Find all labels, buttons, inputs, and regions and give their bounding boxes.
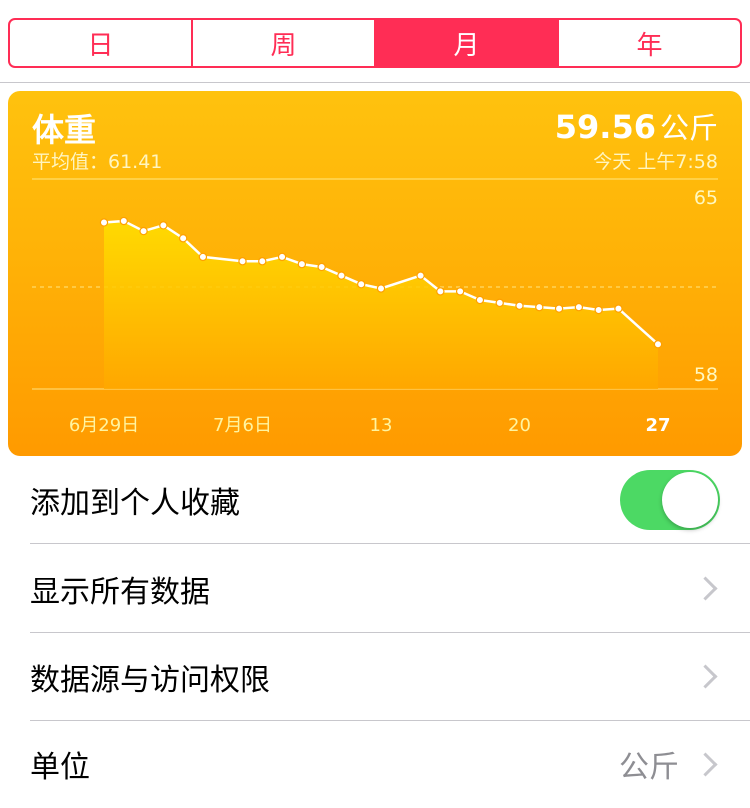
weight-chart-card[interactable]: 65 58 6月29日 7月6日 13 20 27 体重 平均值：61.41 59.56 公斤… (8, 91, 742, 456)
unit-label: 单位 (30, 750, 90, 785)
add-to-favorites-label: 添加到个人收藏 (30, 485, 240, 521)
data-point (297, 259, 307, 269)
data-point (436, 287, 445, 296)
chevron-right-icon (693, 664, 718, 689)
data-point (317, 262, 326, 272)
data-point (416, 271, 425, 280)
data-point (139, 226, 148, 236)
segment-month[interactable]: 月 (376, 20, 559, 66)
chevron-right-icon (693, 576, 718, 601)
data-point (653, 340, 663, 349)
x-tick-label: 20 (508, 415, 531, 436)
segment-week[interactable]: 周 (193, 20, 376, 66)
y-tick-label: 65 (694, 187, 718, 209)
data-point (178, 234, 188, 243)
x-tick-label: 27 (645, 415, 670, 436)
sources-access-label: 数据源与访问权限 (30, 662, 270, 698)
range-segmented-control-bar: 日 周 月 年 (0, 0, 750, 83)
data-point (99, 218, 109, 227)
data-point (277, 252, 287, 262)
latest-timestamp: 今天 上午7:58 (593, 151, 718, 173)
show-all-data-row[interactable]: 显示所有数据 (30, 545, 750, 633)
data-point (258, 257, 267, 266)
weight-area (104, 221, 658, 389)
data-point (554, 304, 564, 313)
unit-row[interactable]: 单位 公斤 (30, 720, 750, 808)
data-point (119, 216, 128, 226)
data-point (535, 302, 544, 312)
data-point (574, 302, 584, 312)
data-point (594, 305, 603, 315)
segment-day[interactable]: 日 (10, 20, 193, 66)
data-point (376, 284, 386, 293)
x-tick-label: 6月29日 (69, 415, 139, 436)
data-point (357, 279, 366, 289)
data-point (495, 298, 504, 308)
add-to-favorites-row: 添加到个人收藏 (30, 456, 750, 544)
y-tick-label: 58 (694, 364, 718, 386)
data-point (337, 271, 346, 280)
latest-value-number: 59.56 (554, 108, 656, 146)
segment-year[interactable]: 年 (559, 20, 740, 66)
data-point (475, 295, 485, 305)
x-tick-label: 7月6日 (213, 415, 272, 436)
metric-title: 体重 (32, 111, 97, 149)
data-point (455, 287, 465, 296)
favorites-toggle[interactable] (620, 469, 720, 530)
data-point (515, 301, 524, 310)
latest-value: 59.56 公斤 (555, 105, 718, 147)
data-point (159, 221, 168, 230)
toggle-knob (662, 471, 718, 528)
x-tick-label: 13 (370, 415, 393, 436)
sources-access-row[interactable]: 数据源与访问权限 (30, 633, 750, 721)
show-all-data-label: 显示所有数据 (30, 574, 210, 610)
latest-value-unit: 公斤 (659, 111, 718, 145)
chevron-right-icon (693, 751, 718, 777)
unit-value: 公斤 (619, 750, 679, 785)
average-label: 平均值：61.41 (32, 151, 163, 173)
data-point (198, 252, 208, 262)
data-point (614, 304, 623, 313)
range-segmented-control: 日 周 月 年 (8, 18, 742, 68)
data-point (238, 257, 247, 266)
